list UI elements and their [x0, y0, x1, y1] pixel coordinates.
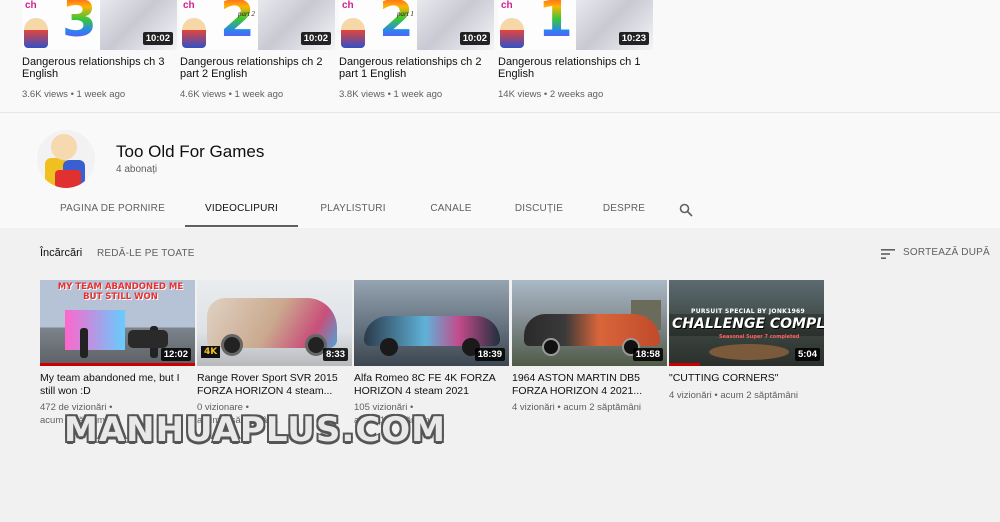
video-title[interactable]: Dangerous relationships ch 3 English	[22, 56, 177, 80]
video-thumbnail[interactable]: ch 2 part 1 10:02	[339, 0, 494, 50]
channel-avatar[interactable]	[37, 130, 95, 188]
video-duration: 5:04	[794, 348, 820, 361]
play-all-button[interactable]: REDĂ-LE PE TOATE	[97, 248, 195, 259]
video-card[interactable]: 18:39 Alfa Romeo 8C FE 4K FORZA HORIZON …	[354, 280, 509, 427]
thumbnail-chapter-number: 3	[62, 0, 97, 44]
previous-videos-row: ch 3 10:02 Dangerous relationships ch 3 …	[0, 0, 1000, 112]
video-thumbnail[interactable]: ch 2 part 2 10:02	[180, 0, 335, 50]
thumbnail-ch-label: ch	[183, 0, 195, 11]
video-duration: 18:39	[474, 348, 505, 361]
thumbnail-ch-label: ch	[25, 0, 37, 11]
view-count: 4 vizionări	[512, 402, 555, 413]
channel-name: Too Old For Games	[116, 142, 265, 161]
tab-playlists[interactable]: PLAYLISTURI	[298, 193, 408, 227]
tab-about[interactable]: DESPRE	[584, 193, 664, 227]
video-meta: 3.8K views • 1 week ago	[339, 89, 443, 100]
video-title[interactable]: Dangerous relationships ch 1 English	[498, 56, 653, 80]
video-meta: 3.6K views • 1 week ago	[22, 89, 126, 100]
tab-home[interactable]: PAGINA DE PORNIRE	[40, 193, 185, 227]
view-count: 4 vizionări	[669, 389, 712, 401]
subscriber-count: 4 abonați	[116, 164, 158, 175]
channel-tabs: PAGINA DE PORNIRE VIDEOCLIPURI PLAYLISTU…	[40, 193, 698, 227]
watched-progress-bar	[669, 363, 700, 366]
thumbnail-text: MY TEAM ABANDONED ME BUT STILL WON	[57, 282, 184, 302]
search-icon[interactable]	[674, 193, 698, 227]
channel-header: Too Old For Games 4 abonați PAGINA DE PO…	[0, 112, 1000, 228]
video-title[interactable]: 1964 ASTON MARTIN DB5 FORZA HORIZON 4 20…	[512, 372, 667, 397]
video-thumbnail[interactable]: 18:58	[512, 280, 667, 366]
video-title[interactable]: "CUTTING CORNERS"	[669, 372, 824, 385]
video-duration: 12:02	[160, 348, 191, 361]
tab-channels[interactable]: CANALE	[408, 193, 494, 227]
video-card[interactable]: ch 1 10:23 Dangerous relationships ch 1 …	[498, 0, 653, 100]
video-duration: 10:02	[300, 32, 331, 45]
character-image	[341, 18, 365, 48]
video-card[interactable]: PURSUIT SPECIAL BY JONK1969 CHALLENGE CO…	[669, 280, 824, 402]
video-duration: 10:02	[459, 32, 490, 45]
character-image	[24, 18, 48, 48]
thumbnail-part-label: part 1	[397, 10, 414, 18]
upload-age: acum 2 săptămâni	[563, 402, 642, 413]
thumbnail-part-label: part 2	[238, 10, 255, 18]
thumbnail-caption: Seasonal Super 7 completed	[719, 334, 800, 340]
video-thumbnail[interactable]: 4K 8:33	[197, 280, 352, 366]
video-meta: 4 vizionări • acum 2 săptămâni	[512, 402, 642, 413]
video-thumbnail[interactable]: 18:39	[354, 280, 509, 366]
character-image	[500, 18, 524, 48]
video-duration: 18:58	[632, 348, 663, 361]
sort-by-button[interactable]: SORTEAZĂ DUPĂ	[903, 247, 990, 258]
video-thumbnail[interactable]: MY TEAM ABANDONED ME BUT STILL WON 12:02	[40, 280, 195, 366]
video-meta: 4.6K views • 1 week ago	[180, 89, 284, 100]
site-watermark: MANHUAPLUS.COM	[64, 410, 447, 450]
thumbnail-chapter-number: 2	[379, 0, 414, 44]
watched-progress-bar	[40, 363, 195, 366]
video-thumbnail[interactable]: PURSUIT SPECIAL BY JONK1969 CHALLENGE CO…	[669, 280, 824, 366]
thumbnail-4k-badge: 4K	[201, 346, 221, 358]
video-duration: 10:23	[618, 32, 649, 45]
video-title[interactable]: Range Rover Sport SVR 2015 FORZA HORIZON…	[197, 372, 352, 397]
tab-discussion[interactable]: DISCUȚIE	[494, 193, 584, 227]
video-thumbnail[interactable]: ch 3 10:02	[22, 0, 177, 50]
video-meta: 4 vizionări • acum 2 săptămâni	[669, 389, 799, 401]
video-card[interactable]: ch 2 part 2 10:02 Dangerous relationship…	[180, 0, 335, 100]
video-duration: 8:33	[322, 348, 348, 361]
character-image	[182, 18, 206, 48]
thumbnail-chapter-number: 1	[538, 0, 573, 44]
uploads-label: Încărcări	[40, 247, 83, 259]
video-duration: 10:02	[142, 32, 173, 45]
video-meta: 14K views • 2 weeks ago	[498, 89, 604, 100]
video-title[interactable]: Dangerous relationships ch 2 part 1 Engl…	[339, 56, 494, 80]
video-title[interactable]: Alfa Romeo 8C FE 4K FORZA HORIZON 4 stea…	[354, 372, 509, 397]
thumbnail-ch-label: ch	[501, 0, 513, 11]
sort-icon[interactable]	[880, 247, 896, 266]
tab-videos[interactable]: VIDEOCLIPURI	[185, 193, 298, 227]
video-card[interactable]: 4K 8:33 Range Rover Sport SVR 2015 FORZA…	[197, 280, 352, 427]
video-card[interactable]: ch 2 part 1 10:02 Dangerous relationship…	[339, 0, 494, 100]
thumbnail-headline: CHALLENGE COMPLETE!	[672, 316, 824, 332]
thumbnail-ch-label: ch	[342, 0, 354, 11]
video-card[interactable]: 18:58 1964 ASTON MARTIN DB5 FORZA HORIZO…	[512, 280, 667, 414]
thumbnail-subtitle: PURSUIT SPECIAL BY JONK1969	[691, 308, 805, 315]
upload-age: acum 2 săptămâni	[720, 389, 799, 401]
video-title[interactable]: My team abandoned me, but I still won :D	[40, 372, 195, 397]
video-title[interactable]: Dangerous relationships ch 2 part 2 Engl…	[180, 56, 335, 80]
video-card[interactable]: ch 3 10:02 Dangerous relationships ch 3 …	[22, 0, 177, 100]
video-card[interactable]: MY TEAM ABANDONED ME BUT STILL WON 12:02…	[40, 280, 195, 427]
video-thumbnail[interactable]: ch 1 10:23	[498, 0, 653, 50]
thumbnail-chapter-number: 2	[220, 0, 255, 44]
